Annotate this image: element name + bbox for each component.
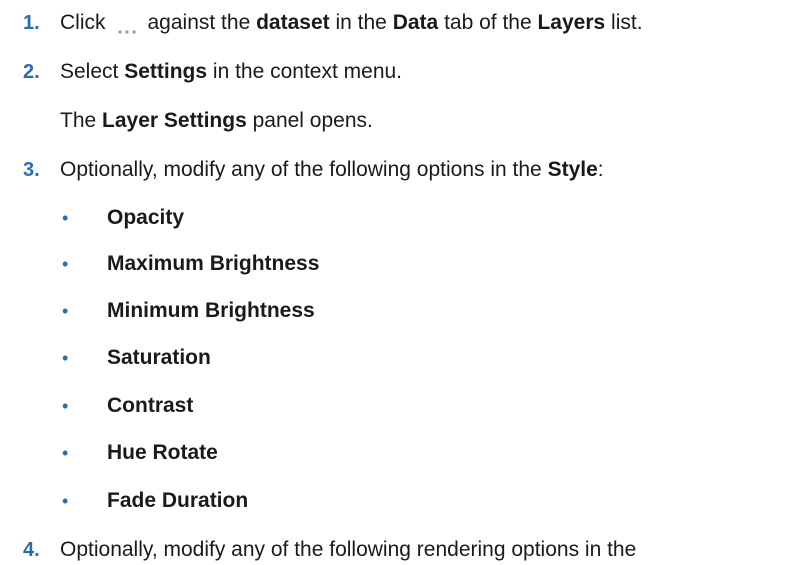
ui-term-layers: Layers xyxy=(537,11,606,34)
step-text: Click against the dataset in the Data tab… xyxy=(60,8,643,38)
step-text-segment: tab of the xyxy=(444,11,532,34)
step-text-segment: list. xyxy=(611,11,643,34)
step-text: Select Settings in the context menu. xyxy=(60,57,402,87)
step-text-segment: in the context menu. xyxy=(212,60,403,83)
ui-term-settings: Settings xyxy=(124,60,208,83)
bullet-icon: • xyxy=(62,208,69,228)
ui-term-dataset: dataset xyxy=(256,11,330,34)
option-name: Contrast xyxy=(107,394,194,417)
step-text: Optionally, modify any of the following … xyxy=(60,155,604,185)
step-number: 1. xyxy=(23,12,40,34)
bullet-icon: • xyxy=(62,491,69,511)
step-text-segment: Optionally, modify any of the following … xyxy=(60,158,542,181)
step-text-segment: against the xyxy=(147,11,251,34)
bullet-icon: • xyxy=(62,254,69,274)
step-text-segment: Select xyxy=(60,60,119,83)
step-text-segment: in the xyxy=(335,11,387,34)
step-text-segment: panel opens. xyxy=(252,109,373,132)
ui-term-data-tab: Data xyxy=(392,11,439,34)
bullet-icon: • xyxy=(62,443,69,463)
step-number: 3. xyxy=(23,159,40,181)
bullet-icon: • xyxy=(62,396,69,416)
ui-term-style: Style xyxy=(547,158,598,181)
option-name: Fade Duration xyxy=(107,489,249,512)
step-number: 4. xyxy=(23,539,40,561)
option-name: Opacity xyxy=(107,206,185,229)
option-name: Hue Rotate xyxy=(107,441,218,464)
more-options-icon xyxy=(116,16,138,35)
step-text-segment: The xyxy=(60,109,97,132)
step-number: 2. xyxy=(23,61,40,83)
step-text-segment: : xyxy=(597,158,604,181)
option-name: Minimum Brightness xyxy=(107,299,315,322)
bullet-icon: • xyxy=(62,348,69,368)
bullet-icon: • xyxy=(62,301,69,321)
step-text: Optionally, modify any of the following … xyxy=(60,538,637,561)
option-name: Maximum Brightness xyxy=(107,252,320,275)
document-body: 1. Click against the dataset in the Data … xyxy=(0,0,799,563)
option-name: Saturation xyxy=(107,346,211,369)
step-text-segment: Click xyxy=(60,11,106,34)
step-result-text: The Layer Settings panel opens. xyxy=(60,106,373,136)
ui-term-layer-settings: Layer Settings xyxy=(102,109,247,132)
